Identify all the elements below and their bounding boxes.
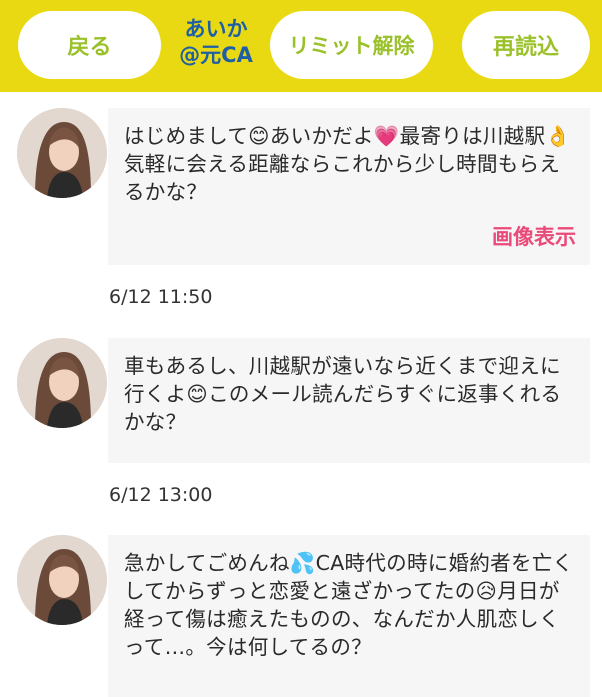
reload-button[interactable]: 再読込 xyxy=(462,11,590,79)
message-bubble: 急かしてごめんね💦CA時代の時に婚約者を亡くしてからずっと恋愛と遠ざかってたの😥… xyxy=(108,535,590,697)
message-timestamp: 6/12 11:50 xyxy=(109,286,213,308)
chat-partner-title: あいか @元CA xyxy=(166,16,266,68)
message-text: 急かしてごめんね💦CA時代の時に婚約者を亡くしてからずっと恋愛と遠ざかってたの😥… xyxy=(124,551,574,659)
message-text: 車もあるし、川越駅が遠いなら近くまで迎えに行くよ😊このメール読んだらすぐに返事く… xyxy=(124,354,562,434)
show-image-link[interactable]: 画像表示 xyxy=(492,221,576,251)
partner-handle: @元CA xyxy=(179,43,253,67)
message-text: はじめまして😊あいかだよ💗最寄りは川越駅👌気軽に会える距離ならこれから少し時間も… xyxy=(124,124,572,204)
message-bubble: はじめまして😊あいかだよ💗最寄りは川越駅👌気軽に会える距離ならこれから少し時間も… xyxy=(108,108,590,265)
app-header: 戻る あいか @元CA リミット解除 再読込 xyxy=(0,0,602,92)
woman-portrait-icon[interactable] xyxy=(17,535,107,625)
woman-portrait-icon[interactable] xyxy=(17,338,107,428)
partner-name: あいか xyxy=(184,17,248,41)
limit-release-button[interactable]: リミット解除 xyxy=(270,11,433,79)
back-button[interactable]: 戻る xyxy=(18,11,161,79)
message-bubble: 車もあるし、川越駅が遠いなら近くまで迎えに行くよ😊このメール読んだらすぐに返事く… xyxy=(108,338,590,463)
message-timestamp: 6/12 13:00 xyxy=(109,484,213,506)
woman-portrait-icon[interactable] xyxy=(17,108,107,198)
